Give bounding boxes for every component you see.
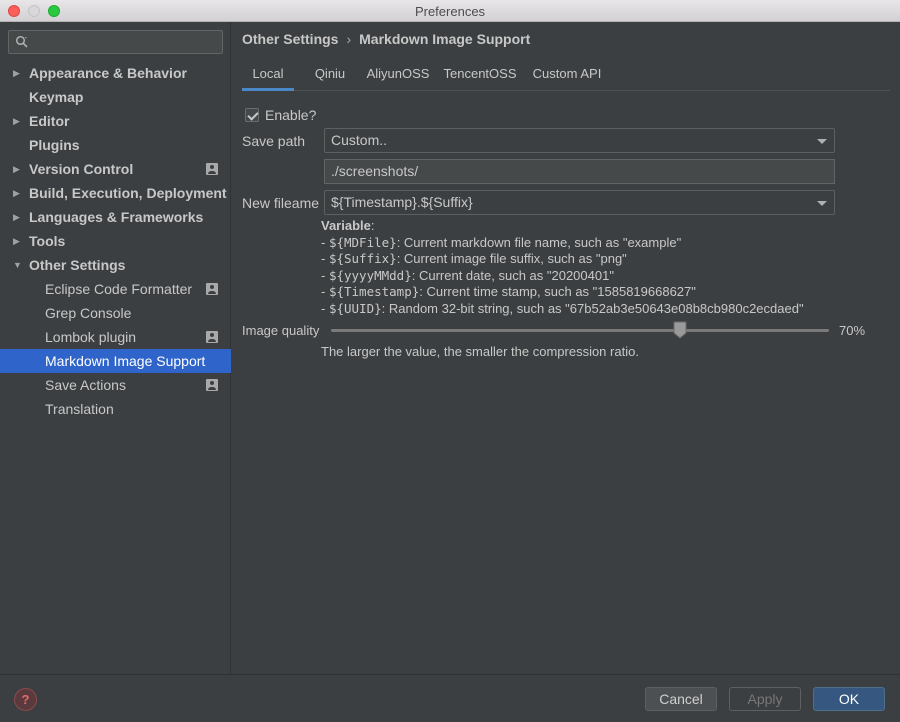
breadcrumb-current: Markdown Image Support [359, 31, 531, 47]
storage-tabs: Local Qiniu AliyunOSS TencentOSS Custom … [242, 62, 890, 91]
settings-panel: Other Settings › Markdown Image Support Lo… [232, 22, 900, 674]
image-quality-slider-track[interactable] [331, 329, 829, 332]
sidebar-item-build-execution-deployment[interactable]: ▶ Build, Execution, Deployment [0, 181, 231, 205]
sidebar-item-other-settings[interactable]: ▼ Other Settings [0, 253, 231, 277]
sidebar-item-label: Save Actions [45, 377, 126, 393]
chevron-right-icon: ▶ [13, 116, 20, 126]
project-level-icon [206, 283, 218, 295]
ok-button[interactable]: OK [813, 687, 885, 711]
variable-line: - ${yyyyMMdd}: Current date, such as "20… [321, 267, 614, 283]
chevron-down-icon [817, 139, 827, 144]
sidebar-item-label: Plugins [29, 137, 80, 153]
chevron-right-icon: ▶ [13, 164, 20, 174]
help-icon: ? [21, 692, 30, 707]
variable-line: - ${MDFile}: Current markdown file name,… [321, 234, 682, 250]
save-path-value: Custom.. [331, 132, 388, 148]
window-title: Preferences [414, 4, 486, 19]
settings-tree: ▶ Appearance & Behavior Keymap ▶ Editor … [0, 61, 231, 421]
sidebar-item-label: Tools [29, 233, 66, 249]
chevron-right-icon: ▶ [13, 68, 20, 78]
sidebar-item-label: Version Control [29, 161, 134, 177]
enable-label: Enable? [265, 107, 317, 123]
tab-aliyunoss[interactable]: AliyunOSS [360, 62, 436, 91]
image-quality-label: Image quality [242, 323, 320, 338]
sidebar-item-grep-console[interactable]: Grep Console [0, 301, 231, 325]
breadcrumb-separator: › [346, 31, 352, 47]
chevron-right-icon: ▶ [13, 236, 20, 246]
help-button[interactable]: ? [14, 688, 37, 711]
image-quality-slider-thumb[interactable] [673, 321, 687, 339]
dialog-footer: ? Cancel Apply OK [0, 674, 900, 722]
tab-custom-api[interactable]: Custom API [528, 62, 606, 91]
enable-checkbox[interactable] [245, 108, 259, 122]
sidebar-item-save-actions[interactable]: Save Actions [0, 373, 231, 397]
variable-line: - ${UUID}: Random 32-bit string, such as… [321, 300, 804, 316]
sidebar-item-label: Lombok plugin [45, 329, 137, 345]
sidebar-item-lombok-plugin[interactable]: Lombok plugin [0, 325, 231, 349]
sidebar-item-label: Languages & Frameworks [29, 209, 204, 225]
project-level-icon [206, 331, 218, 343]
tab-tencentoss[interactable]: TencentOSS [440, 62, 520, 91]
tab-qiniu[interactable]: Qiniu [305, 62, 355, 91]
tab-local[interactable]: Local [242, 62, 294, 91]
chevron-right-icon: ▶ [13, 212, 20, 222]
variables-help: Variable: - ${MDFile}: Current markdown … [321, 218, 804, 316]
project-level-icon [206, 163, 218, 175]
sidebar-item-keymap[interactable]: Keymap [0, 85, 231, 109]
breadcrumb-parent[interactable]: Other Settings [242, 31, 338, 47]
sidebar-item-editor[interactable]: ▶ Editor [0, 109, 231, 133]
sidebar-item-label: Translation [45, 401, 114, 417]
save-path-label: Save path [242, 133, 306, 149]
search-icon [15, 35, 28, 48]
sidebar-item-label: Build, Execution, Deployment [29, 185, 227, 201]
variables-heading: Variable [321, 218, 371, 233]
save-path-dropdown[interactable]: Custom.. [324, 128, 835, 153]
sidebar-item-version-control[interactable]: ▶ Version Control [0, 157, 231, 181]
variable-line: - ${Timestamp}: Current time stamp, such… [321, 284, 696, 299]
sidebar-item-label: Grep Console [45, 305, 132, 321]
chevron-down-icon: ▼ [13, 260, 22, 270]
settings-sidebar: ▶ Appearance & Behavior Keymap ▶ Editor … [0, 22, 231, 674]
sidebar-item-translation[interactable]: Translation [0, 397, 231, 421]
settings-search-input[interactable] [8, 30, 223, 54]
sidebar-item-markdown-image-support[interactable]: Markdown Image Support [0, 349, 231, 373]
sidebar-item-label: Markdown Image Support [45, 353, 206, 369]
sidebar-item-tools[interactable]: ▶ Tools [0, 229, 231, 253]
chevron-down-icon [817, 201, 827, 206]
filename-value: ${Timestamp}.${Suffix} [331, 194, 473, 210]
variable-line: - ${Suffix}: Current image file suffix, … [321, 251, 627, 266]
sidebar-item-languages-frameworks[interactable]: ▶ Languages & Frameworks [0, 205, 231, 229]
sidebar-item-label: Appearance & Behavior [29, 65, 187, 81]
sidebar-item-label: Editor [29, 113, 70, 129]
image-quality-value: 70% [839, 323, 866, 338]
sidebar-item-plugins[interactable]: Plugins [0, 133, 231, 157]
sidebar-item-label: Eclipse Code Formatter [45, 281, 193, 297]
title-bar: Preferences [0, 0, 900, 22]
sidebar-item-label: Keymap [29, 89, 84, 105]
project-level-icon [206, 379, 218, 391]
cancel-button[interactable]: Cancel [645, 687, 717, 711]
sidebar-item-appearance-behavior[interactable]: ▶ Appearance & Behavior [0, 61, 231, 85]
save-path-input[interactable]: ./screenshots/ [324, 159, 835, 184]
chevron-right-icon: ▶ [13, 188, 20, 198]
sidebar-item-label: Other Settings [29, 257, 126, 273]
breadcrumb: Other Settings › Markdown Image Support [242, 31, 530, 47]
filename-dropdown[interactable]: ${Timestamp}.${Suffix} [324, 190, 835, 215]
filename-label: New fileame [242, 195, 320, 211]
apply-button[interactable]: Apply [729, 687, 801, 711]
sidebar-item-eclipse-code-formatter[interactable]: Eclipse Code Formatter [0, 277, 231, 301]
image-quality-hint: The larger the value, the smaller the co… [321, 344, 639, 359]
